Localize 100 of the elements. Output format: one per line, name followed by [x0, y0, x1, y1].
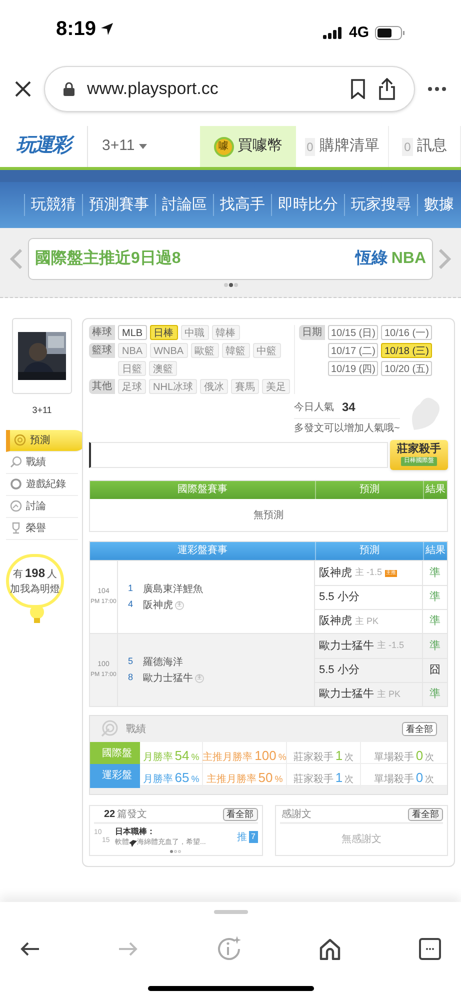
pick-detail: 主 PK [355, 614, 379, 628]
battery-icon [375, 26, 405, 40]
nav-link[interactable]: 討論區 [155, 194, 213, 216]
ring-icon [10, 478, 22, 490]
stat-label: 月勝率 [142, 750, 173, 765]
stat-value: 0 [416, 747, 424, 765]
forward-icon[interactable] [118, 941, 138, 957]
side-menu-item[interactable]: 遊戲紀錄 [6, 474, 78, 496]
view-all-button[interactable]: 看全部 [408, 808, 443, 820]
bookmark-icon[interactable] [350, 79, 366, 99]
stat-label: 主推月勝率 [202, 750, 253, 765]
info-sparkle-icon[interactable] [216, 936, 242, 962]
side-menu-item[interactable]: 戰績 [6, 452, 78, 474]
stat-label: 主推月勝率 [206, 772, 256, 787]
fans-text: 有 [12, 568, 23, 582]
view-all-button[interactable]: 看全部 [222, 808, 258, 820]
buy-coins-button[interactable]: 噱 買噱幣 [200, 126, 296, 167]
stat-value: 1 [335, 769, 343, 787]
result-text: 準 [430, 590, 440, 606]
pick-detail: 主 -1.5 [377, 639, 404, 652]
target-icon [100, 720, 118, 738]
ticker-text[interactable]: 國際盤主推近9日過8 [35, 247, 181, 271]
pick-text: 阪神虎 [319, 566, 352, 581]
pick-text: 5.5 小分 [319, 590, 360, 606]
lock-icon [63, 82, 75, 96]
ticker-name[interactable]: 恆綠 [355, 247, 388, 271]
result-text: 準 [430, 566, 440, 581]
column-header: 結果 [423, 481, 447, 499]
posts-count: 22 [104, 808, 116, 822]
row-label: 國際盤 [90, 742, 140, 766]
stat-unit: 次 [425, 751, 434, 764]
nav-link[interactable]: 玩競猜 [24, 194, 82, 216]
popularity-hint: 多發文可以增加人氣哦~ [294, 418, 400, 436]
share-icon[interactable] [378, 78, 396, 100]
stat-unit: 次 [344, 773, 354, 786]
messages-button[interactable]: 0 訊息 [389, 126, 461, 167]
coin-icon: 噱 [214, 136, 234, 156]
team-name: 阪神虎 [143, 598, 174, 612]
stat-unit: 次 [425, 773, 434, 786]
stat-unit: % [278, 751, 286, 764]
cart-button[interactable]: 0 購牌清單 [296, 126, 389, 167]
drag-handle[interactable] [214, 910, 248, 914]
category-label: 籃球 [89, 343, 115, 358]
tabs-icon[interactable] [419, 938, 441, 960]
stat-value: 100 [254, 747, 276, 765]
date-tag[interactable]: 10/19 (四) [328, 361, 378, 376]
date-tag[interactable]: 10/15 (日) [328, 325, 378, 340]
stat-value: 1 [335, 747, 343, 765]
clock-time: 8:19 [56, 17, 96, 42]
pick-detail: 主 PK [377, 688, 401, 701]
league-tag[interactable]: 日棒 [150, 325, 178, 340]
close-icon[interactable] [14, 80, 32, 98]
stat-value: 54 [174, 747, 190, 765]
row-label: 運彩盤 [90, 764, 140, 788]
fans-count: 198 [24, 565, 46, 582]
record-title: 戰績 [126, 722, 146, 736]
stat-unit: 次 [344, 751, 354, 764]
home-icon[interactable] [319, 938, 342, 960]
target-icon [14, 434, 26, 446]
pick-text: 阪神虎 [319, 614, 352, 630]
team-number: 5 [128, 655, 134, 668]
ticker-text[interactable]: NBA [391, 247, 426, 271]
column-header: 預測 [315, 481, 423, 499]
more-icon[interactable] [427, 86, 447, 92]
stat-unit: % [191, 773, 200, 786]
team-number: 4 [128, 598, 134, 612]
nav-link[interactable]: 找高手 [213, 194, 271, 216]
popularity-value: 34 [342, 399, 356, 416]
result-text: 準 [430, 614, 440, 630]
network-label: 4G [348, 22, 369, 42]
date-tag[interactable]: 10/16 (一) [381, 325, 432, 340]
date-tag[interactable]: 10/17 (二) [328, 343, 378, 358]
view-all-button[interactable]: 看全部 [402, 722, 437, 736]
stat-value: 0 [416, 769, 424, 787]
post-title[interactable]: 日本職棒： [115, 826, 234, 838]
nav-link[interactable]: 數據 [417, 194, 460, 216]
nav-link[interactable]: 即時比分 [271, 194, 344, 216]
trophy-icon [10, 522, 22, 534]
stat-label: 單場殺手 [374, 772, 414, 787]
date-tag[interactable]: 10/20 (五) [381, 361, 432, 376]
team-number: 1 [128, 582, 134, 596]
back-icon[interactable] [20, 941, 40, 957]
nav-link[interactable]: 玩家搜尋 [344, 194, 417, 216]
result-text: 準 [430, 687, 440, 702]
side-menu-item[interactable]: 討論 [6, 496, 78, 518]
side-menu-item[interactable]: 榮譽 [6, 518, 78, 540]
column-header: 國際盤賽事 [176, 482, 228, 497]
message-input[interactable] [89, 442, 388, 468]
date-tag[interactable]: 10/18 (三) [381, 343, 432, 358]
profile-name: 3+11 [31, 404, 53, 417]
user-menu-button[interactable]: 3+11 [88, 126, 200, 167]
league-tag[interactable]: MLB [118, 325, 147, 340]
pick-text: 5.5 小分 [319, 663, 360, 678]
category-label: 其他 [89, 379, 115, 394]
team-name: 歐力士猛牛 [143, 672, 194, 686]
pick-detail: 主 -1.5 [355, 566, 382, 580]
team-number: 8 [128, 671, 134, 684]
location-arrow-icon [100, 22, 114, 36]
stat-value: 50 [258, 769, 273, 787]
nav-link[interactable]: 預測賽事 [82, 194, 155, 216]
